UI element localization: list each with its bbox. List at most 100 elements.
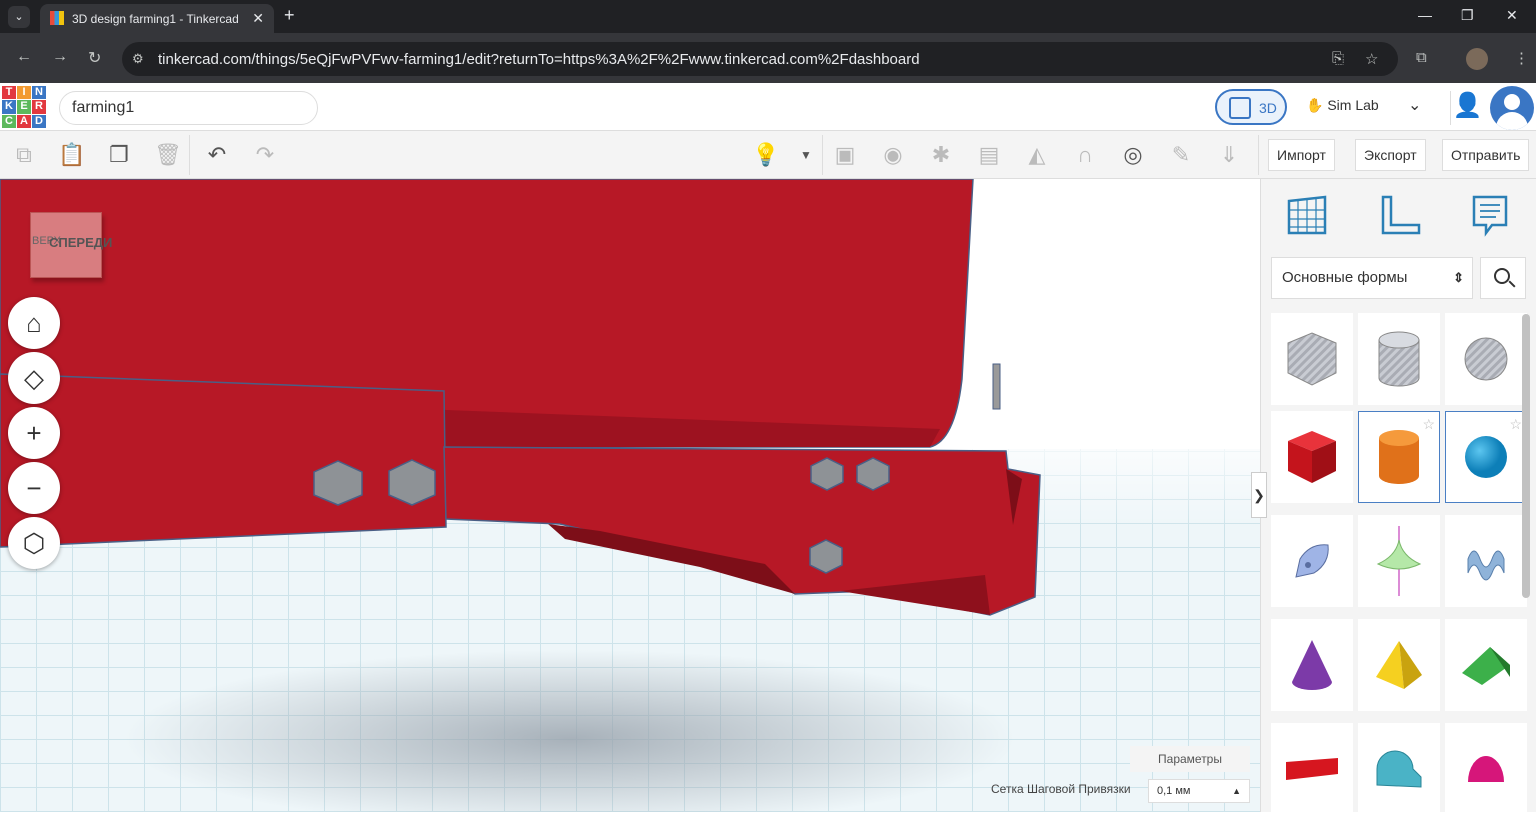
hex-nut xyxy=(856,457,890,491)
shape-tile-box-hole[interactable] xyxy=(1271,313,1353,405)
cube-icon xyxy=(1229,97,1251,119)
favorite-star-icon[interactable]: ☆ xyxy=(1509,416,1522,433)
cylinder-hole-icon xyxy=(1378,331,1420,387)
align-icon[interactable]: ▤ xyxy=(973,139,1005,171)
triangle-up-icon: ▲ xyxy=(1232,786,1241,796)
snap-grid-label: Сетка Шаговой Привязки xyxy=(991,782,1131,796)
snap-grid-select[interactable]: 0,1 мм ▲ xyxy=(1148,779,1250,803)
cruise-icon[interactable]: ✱ xyxy=(925,139,957,171)
panel-scrollbar[interactable] xyxy=(1522,314,1530,598)
logo-letter: D xyxy=(32,114,46,128)
address-bar[interactable]: ⚙ tinkercad.com/things/5eQjFwPVFwv-farmi… xyxy=(122,42,1398,76)
user-avatar[interactable] xyxy=(1490,86,1534,130)
3d-viewport[interactable]: ВЕРХ СПЕРЕДИ ⌂ ◇ + − ⬡ Параметры Сетка Ш… xyxy=(0,179,1260,812)
shape-tile-paraboloid[interactable] xyxy=(1445,723,1527,815)
url-text[interactable]: tinkercad.com/things/5eQjFwPVFwv-farming… xyxy=(158,51,920,68)
favorite-star-icon[interactable]: ☆ xyxy=(1422,416,1435,433)
bookmark-star-icon[interactable]: ☆ xyxy=(1365,50,1378,68)
site-info-icon[interactable]: ⚙ xyxy=(132,51,144,67)
3d-mode-button[interactable]: 3D xyxy=(1215,89,1287,125)
sort-arrows-icon: ⇕ xyxy=(1453,270,1464,285)
home-view-icon[interactable]: ⌂ xyxy=(8,297,60,349)
shape-tile-pyramid[interactable] xyxy=(1358,619,1440,711)
light-bulb-icon[interactable]: 💡 xyxy=(750,139,782,171)
extensions-icon[interactable]: ⧉ xyxy=(1416,49,1427,66)
shape-tile-sphere[interactable]: ☆ xyxy=(1445,411,1527,503)
copy-icon[interactable]: ⧉ xyxy=(8,139,40,171)
paraboloid-icon xyxy=(1468,756,1504,782)
paste-icon[interactable]: 📋 xyxy=(56,139,88,171)
import-button[interactable]: Импорт xyxy=(1268,139,1335,171)
design-name-field[interactable]: farming1 xyxy=(59,91,318,125)
shape-search-button[interactable] xyxy=(1480,257,1526,299)
zoom-out-icon[interactable]: − xyxy=(8,462,60,514)
view-cube[interactable]: ВЕРХ СПЕРЕДИ xyxy=(30,212,112,278)
shape-tile-half-cylinder[interactable] xyxy=(1358,723,1440,815)
simlab-button[interactable]: ✋ Sim Lab xyxy=(1306,97,1379,114)
install-app-icon[interactable]: ⎘ xyxy=(1332,50,1344,67)
browser-tab[interactable]: 3D design farming1 - Tinkercad ✕ xyxy=(40,4,274,33)
workplane-grid-icon[interactable] xyxy=(1285,193,1329,237)
shape-tile-text[interactable] xyxy=(1271,723,1353,815)
ungroup-icon[interactable]: ◉ xyxy=(877,139,909,171)
mode-label: 3D xyxy=(1259,100,1277,116)
notes-icon[interactable] xyxy=(1468,193,1512,237)
settings-button[interactable]: Параметры xyxy=(1130,746,1250,772)
shape-tile-cone[interactable] xyxy=(1271,619,1353,711)
fit-view-icon[interactable]: ◇ xyxy=(8,352,60,404)
send-button[interactable]: Отправить xyxy=(1442,139,1530,171)
collapse-panel-button[interactable]: ❯ xyxy=(1251,472,1267,518)
shape-category-label: Основные формы xyxy=(1282,269,1408,286)
chevron-down-icon[interactable]: ⌄ xyxy=(1408,95,1421,115)
viewcube-front-label: СПЕРЕДИ xyxy=(49,235,113,250)
zoom-in-icon[interactable]: + xyxy=(8,407,60,459)
chrome-menu-icon[interactable]: ⋮ xyxy=(1514,49,1529,67)
export-button[interactable]: Экспорт xyxy=(1355,139,1426,171)
tinkercad-logo[interactable]: T I N K E R C A D xyxy=(2,86,46,128)
app-header: T I N K E R C A D farming1 3D ✋ Sim Lab … xyxy=(0,83,1536,131)
ruler-tape-icon[interactable]: ◎ xyxy=(1117,139,1149,171)
browser-tab-strip: ⌄ 3D design farming1 - Tinkercad ✕ + — ❐… xyxy=(0,0,1536,33)
shape-tile-box[interactable] xyxy=(1271,411,1353,503)
shape-tile-wave[interactable] xyxy=(1445,515,1527,607)
editor-toolbar: ⧉ 📋 ❐ 🗑 ↶ ↷ 💡 ▼ ▣ ◉ ✱ ▤ ◭ ∩ ◎ ✎ ⇓ Импорт… xyxy=(0,131,1536,179)
undo-icon[interactable]: ↶ xyxy=(201,139,233,171)
close-tab-icon[interactable]: ✕ xyxy=(252,10,264,27)
back-icon[interactable]: ← xyxy=(16,48,32,66)
model-render[interactable] xyxy=(0,179,1260,812)
new-tab-button[interactable]: + xyxy=(284,5,295,26)
shape-tile-cylinder[interactable]: ☆ xyxy=(1358,411,1440,503)
duplicate-icon[interactable]: ❐ xyxy=(103,139,135,171)
chevron-down-icon[interactable]: ▼ xyxy=(790,139,822,171)
close-window-icon[interactable]: ✕ xyxy=(1506,7,1518,24)
note-icon[interactable]: ✎ xyxy=(1165,139,1197,171)
forward-icon[interactable]: → xyxy=(52,48,68,66)
half-cylinder-icon xyxy=(1376,750,1422,788)
minimize-icon[interactable]: — xyxy=(1418,7,1432,23)
shape-tile-cylinder-hole[interactable] xyxy=(1358,313,1440,405)
cylinder-icon xyxy=(1379,430,1419,484)
group-icon[interactable]: ▣ xyxy=(829,139,861,171)
workplane-icon[interactable]: ⇓ xyxy=(1213,139,1245,171)
magnet-icon[interactable]: ∩ xyxy=(1069,139,1101,171)
shape-category-select[interactable]: Основные формы ⇕ xyxy=(1271,257,1473,299)
shapes-panel: Основные формы ⇕ ☆ ☆ xyxy=(1260,179,1536,815)
scribble-pen-icon xyxy=(1295,544,1329,578)
delete-icon[interactable]: 🗑 xyxy=(152,139,184,171)
shape-tile-scribble[interactable] xyxy=(1271,515,1353,607)
browser-profile-avatar[interactable] xyxy=(1466,48,1488,70)
redo-icon[interactable]: ↷ xyxy=(249,139,281,171)
tab-search-button[interactable]: ⌄ xyxy=(8,6,30,28)
ruler-icon[interactable] xyxy=(1377,193,1421,237)
shape-tile-spinning-top[interactable] xyxy=(1358,515,1440,607)
mirror-icon[interactable]: ◭ xyxy=(1021,139,1053,171)
shape-tile-roof[interactable] xyxy=(1445,619,1527,711)
shape-tile-sphere-hole[interactable] xyxy=(1445,313,1527,405)
restore-icon[interactable]: ❐ xyxy=(1461,7,1474,24)
add-user-icon[interactable]: 👤 xyxy=(1450,91,1484,125)
box-hole-icon xyxy=(1287,332,1337,386)
left-plate xyxy=(0,373,447,548)
reload-icon[interactable]: ↻ xyxy=(88,48,101,68)
ortho-view-icon[interactable]: ⬡ xyxy=(8,517,60,569)
cone-icon xyxy=(1292,640,1332,690)
